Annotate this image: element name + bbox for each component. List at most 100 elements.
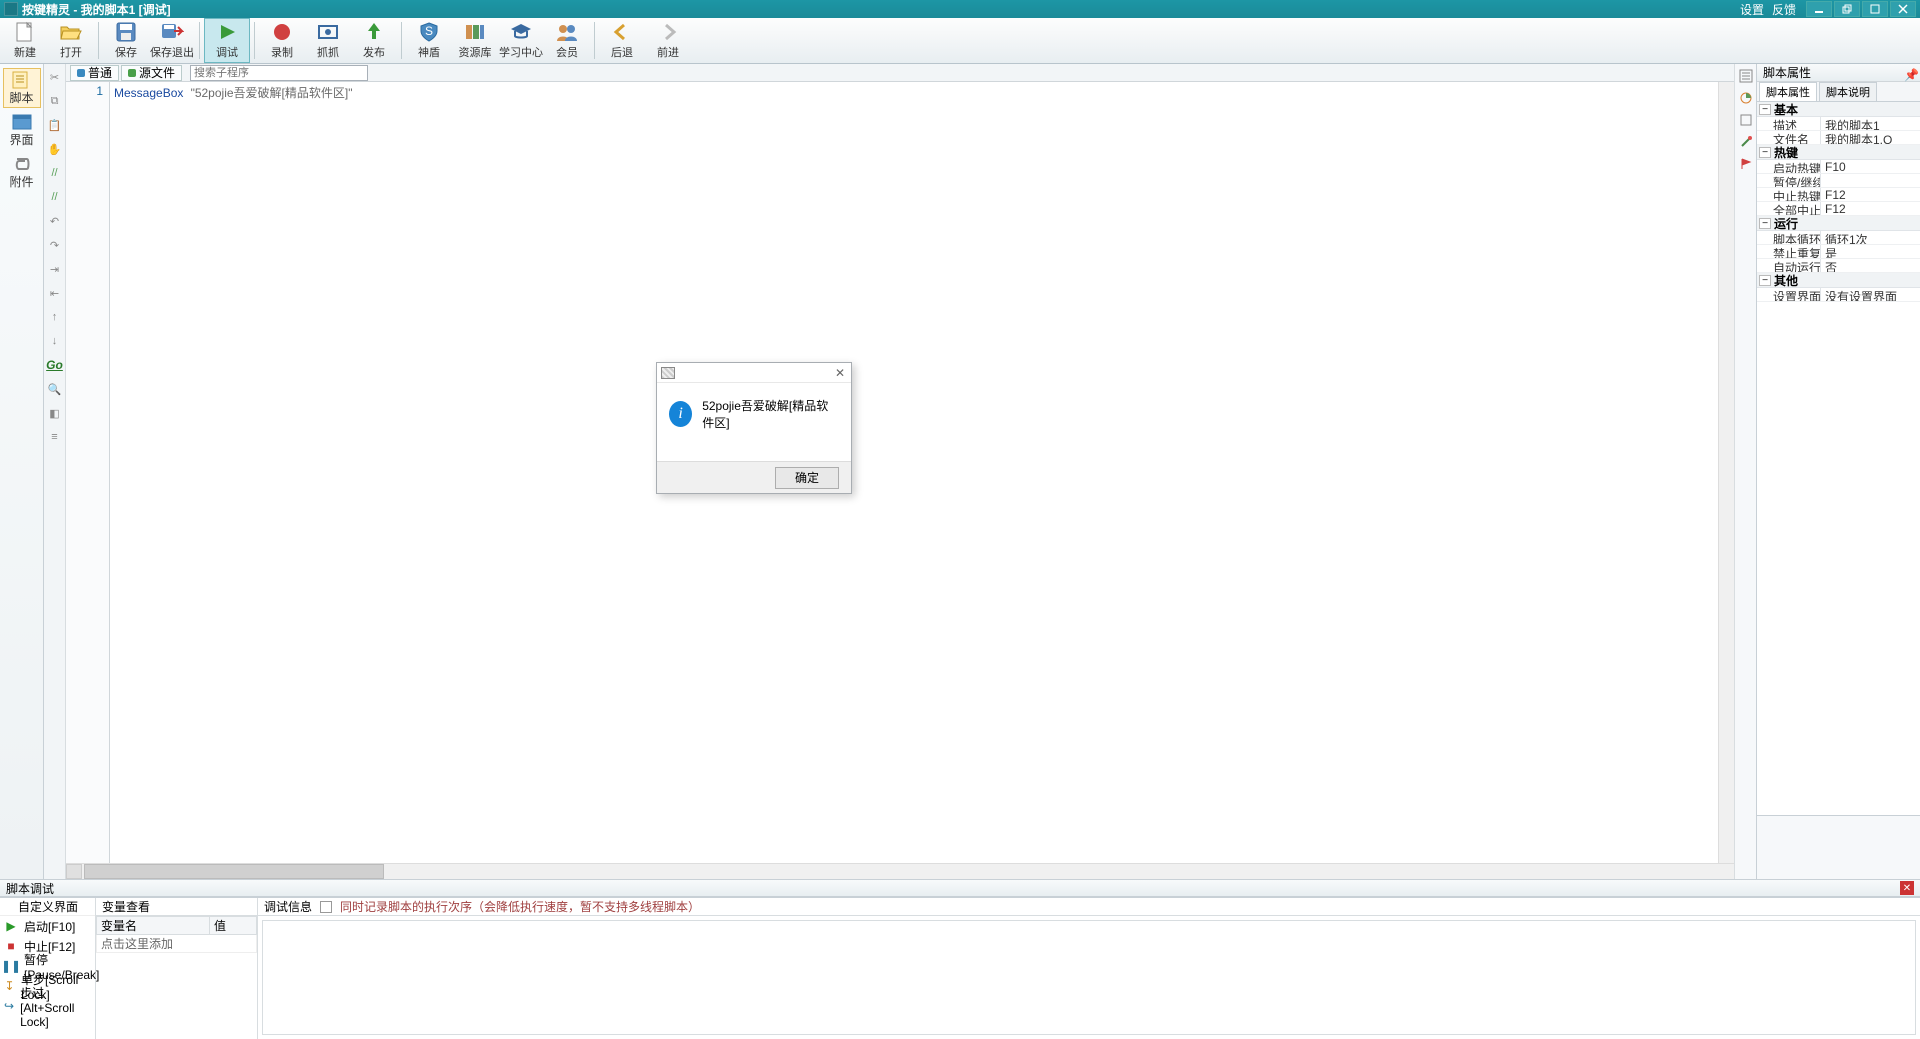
code-content[interactable]: MessageBox "52pojie吾爱破解[精品软件区]" xyxy=(110,82,1718,863)
prop-row[interactable]: 启动热键F10 xyxy=(1757,160,1920,174)
strip-comment-icon[interactable]: // xyxy=(46,164,64,182)
toolbar-reslib-button[interactable]: 资源库 xyxy=(452,18,498,63)
toolbar-open-button[interactable]: 打开 xyxy=(48,18,94,63)
lefttab-attach[interactable]: 附件 xyxy=(3,152,41,192)
strip-find-icon[interactable]: 🔍 xyxy=(46,380,64,398)
toolbar-forward-button[interactable]: 前进 xyxy=(645,18,691,63)
rcol-chart-icon[interactable] xyxy=(1738,90,1754,106)
prop-value[interactable]: 循环1次 xyxy=(1821,231,1920,244)
toolbar-member-button[interactable]: 会员 xyxy=(544,18,590,63)
toolbar-learn-button[interactable]: 学习中心 xyxy=(498,18,544,63)
collapse-icon[interactable]: − xyxy=(1759,218,1771,229)
strip-hand-icon[interactable]: ✋ xyxy=(46,140,64,158)
strip-outdent-icon[interactable]: ⇤ xyxy=(46,284,64,302)
prop-value[interactable]: 我的脚本1 xyxy=(1821,117,1920,130)
hscroll-thumb[interactable] xyxy=(84,864,384,879)
restore-button[interactable] xyxy=(1834,1,1860,17)
prop-row[interactable]: 脚本循环循环1次 xyxy=(1757,231,1920,245)
lefttab-ui[interactable]: 界面 xyxy=(3,110,41,150)
toolbar-shield-button[interactable]: S神盾 xyxy=(406,18,452,63)
properties-pin-icon[interactable]: 📌 xyxy=(1904,68,1914,78)
dialog-title-bar[interactable]: ✕ xyxy=(657,363,851,383)
hscroll-left-arrow[interactable] xyxy=(66,864,82,879)
strip-uncomment-icon[interactable]: // xyxy=(46,188,64,206)
strip-cut-icon[interactable]: ✂ xyxy=(46,68,64,86)
prop-row[interactable]: 禁止重复运行是 xyxy=(1757,245,1920,259)
strip-undo-icon[interactable]: ↶ xyxy=(46,212,64,230)
var-add-hint[interactable]: 点击这里添加 xyxy=(97,935,257,953)
strip-paste-icon[interactable]: 📋 xyxy=(46,116,64,134)
strip-redo-icon[interactable]: ↷ xyxy=(46,236,64,254)
prop-value[interactable] xyxy=(1821,174,1920,187)
prop-value[interactable]: 没有设置界面 xyxy=(1821,288,1920,301)
collapse-icon[interactable]: − xyxy=(1759,275,1771,286)
prop-value[interactable]: 是 xyxy=(1821,245,1920,258)
strip-format-icon[interactable]: ≡ xyxy=(46,428,64,446)
rcol-bookmark-icon[interactable] xyxy=(1738,112,1754,128)
strip-copy-icon[interactable]: ⧉ xyxy=(46,92,64,110)
prop-group-热键[interactable]: −热键 xyxy=(1757,145,1920,160)
minimize-button[interactable] xyxy=(1806,1,1832,17)
strip-movedown-icon[interactable]: ↓ xyxy=(46,332,64,350)
prop-row[interactable]: 设置界面没有设置界面 xyxy=(1757,288,1920,302)
rcol-list-icon[interactable] xyxy=(1738,68,1754,84)
prop-group-其他[interactable]: −其他 xyxy=(1757,273,1920,288)
toolbar-record-button[interactable]: 录制 xyxy=(259,18,305,63)
dialog-close-button[interactable]: ✕ xyxy=(833,366,847,380)
editor-tab-normal[interactable]: 普通 xyxy=(70,65,119,81)
dialog-ok-button[interactable]: 确定 xyxy=(775,467,839,489)
editor-tab-source[interactable]: 源文件 xyxy=(121,65,182,81)
settings-link[interactable]: 设置 xyxy=(1740,1,1764,18)
publish-icon xyxy=(362,21,386,43)
toolbar-back-button[interactable]: 后退 xyxy=(599,18,645,63)
debug-close-button[interactable]: ✕ xyxy=(1900,881,1914,895)
collapse-icon[interactable]: − xyxy=(1759,104,1771,115)
feedback-link[interactable]: 反馈 xyxy=(1772,1,1796,18)
debug-var-table[interactable]: 变量名值 点击这里添加 xyxy=(96,916,257,953)
prop-key: 设置界面 xyxy=(1757,288,1821,301)
editor-vertical-scrollbar[interactable] xyxy=(1718,82,1734,863)
prop-value[interactable]: 否 xyxy=(1821,259,1920,272)
debug-record-checkbox[interactable] xyxy=(320,901,332,913)
strip-go-icon[interactable]: Go xyxy=(46,356,64,374)
collapse-icon[interactable]: − xyxy=(1759,147,1771,158)
debug-actions-panel: 自定义界面 ▶启动[F10]■中止[F12]❚❚暂停[Pause/Break]↧… xyxy=(0,898,96,1039)
toolbar-new-button[interactable]: 新建 xyxy=(2,18,48,63)
toolbar-capture-button[interactable]: 抓抓 xyxy=(305,18,351,63)
prop-value[interactable]: F12 xyxy=(1821,202,1920,215)
search-subroutine-input[interactable] xyxy=(190,65,368,81)
properties-grid[interactable]: −基本描述我的脚本1文件名我的脚本1.Q−热键启动热键F10暂停/继续热键中止热… xyxy=(1757,102,1920,815)
prop-row[interactable]: 描述我的脚本1 xyxy=(1757,117,1920,131)
script-icon xyxy=(11,71,33,89)
prop-value[interactable]: F12 xyxy=(1821,188,1920,201)
debug-action-start[interactable]: ▶启动[F10] xyxy=(0,916,95,936)
strip-bookmark-icon[interactable]: ◧ xyxy=(46,404,64,422)
close-button[interactable] xyxy=(1890,1,1916,17)
toolbar-saveexit-button[interactable]: 保存退出 xyxy=(149,18,195,63)
prop-key: 文件名 xyxy=(1757,131,1821,144)
rcol-wand-icon[interactable] xyxy=(1738,134,1754,150)
debug-action-stepover[interactable]: ↪步过[Alt+Scroll Lock] xyxy=(0,996,95,1016)
save-icon xyxy=(114,21,138,43)
code-editor[interactable]: 1 MessageBox "52pojie吾爱破解[精品软件区]" xyxy=(66,82,1734,863)
toolbar-publish-button[interactable]: 发布 xyxy=(351,18,397,63)
strip-moveup-icon[interactable]: ↑ xyxy=(46,308,64,326)
prop-value[interactable]: 我的脚本1.Q xyxy=(1821,131,1920,144)
prop-value[interactable]: F10 xyxy=(1821,160,1920,173)
strip-indent-icon[interactable]: ⇥ xyxy=(46,260,64,278)
pause-icon: ❚❚ xyxy=(4,959,18,973)
prop-tab-desc[interactable]: 脚本说明 xyxy=(1819,82,1877,101)
prop-group-label: 热键 xyxy=(1774,144,1798,161)
prop-group-运行[interactable]: −运行 xyxy=(1757,216,1920,231)
prop-row[interactable]: 中止热键F12 xyxy=(1757,188,1920,202)
toolbar-debug-button[interactable]: 调试 xyxy=(204,18,250,63)
maximize-button[interactable] xyxy=(1862,1,1888,17)
prop-tab-attr[interactable]: 脚本属性 xyxy=(1759,82,1817,101)
toolbar-save-button[interactable]: 保存 xyxy=(103,18,149,63)
prop-group-基本[interactable]: −基本 xyxy=(1757,102,1920,117)
prop-row[interactable]: 暂停/继续热键 xyxy=(1757,174,1920,188)
editor-horizontal-scrollbar[interactable] xyxy=(66,863,1734,879)
debug-left-header: 自定义界面 xyxy=(0,898,95,916)
lefttab-script[interactable]: 脚本 xyxy=(3,68,41,108)
rcol-flag-icon[interactable] xyxy=(1738,156,1754,172)
